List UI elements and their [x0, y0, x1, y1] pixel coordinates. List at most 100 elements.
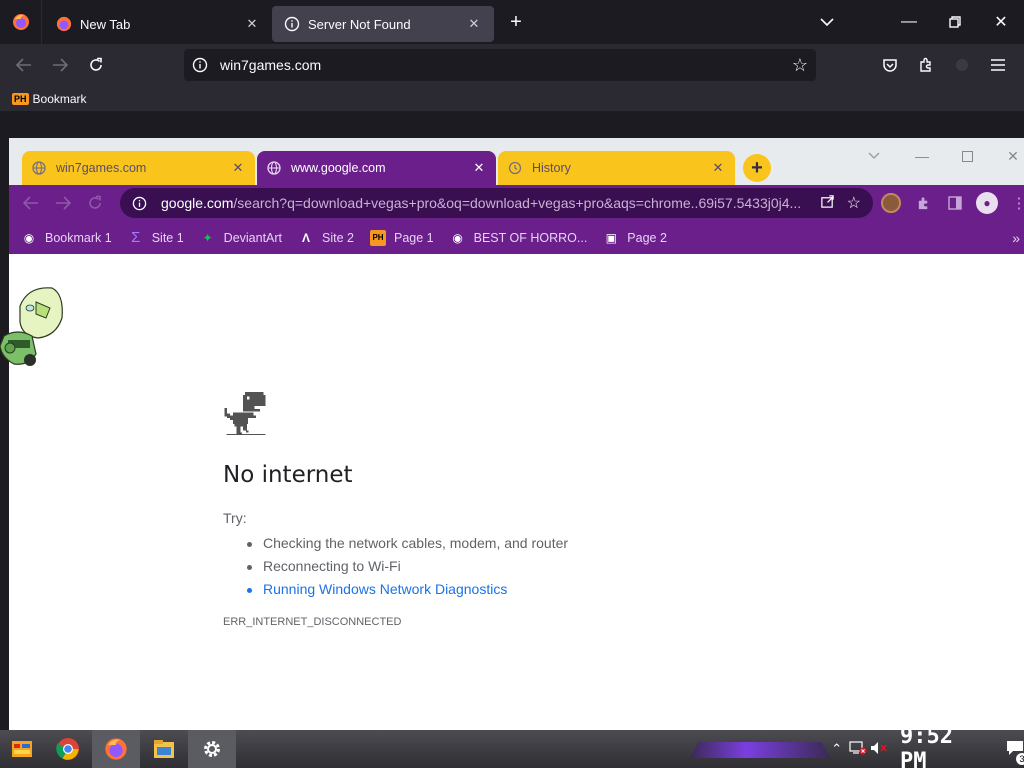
bookmark-item[interactable]: Λ Site 2 — [298, 230, 354, 246]
firefox-tab-server-not-found[interactable]: Server Not Found ✕ — [272, 6, 494, 42]
new-tab-button[interactable]: + — [496, 4, 536, 40]
bookmark-item[interactable]: ▣ Page 2 — [603, 230, 667, 246]
chrome-bookmarks-bar: ◉ Bookmark 1 Σ Site 1 ✦ DeviantArt Λ Sit… — [9, 221, 1024, 254]
close-icon[interactable]: ✕ — [231, 160, 245, 176]
firefox-tab-new-tab[interactable]: New Tab ✕ — [44, 6, 272, 42]
firefox-icon — [56, 16, 72, 32]
close-icon[interactable]: ✕ — [472, 160, 486, 176]
bookmark-item[interactable]: PH Page 1 — [370, 229, 434, 246]
deviantart-icon: ✦ — [202, 230, 213, 245]
bookmark-star-icon[interactable]: ☆ — [792, 55, 808, 76]
reload-button[interactable] — [78, 49, 114, 81]
taskbar-firefox[interactable] — [92, 730, 140, 768]
network-disconnected-icon[interactable] — [847, 740, 868, 758]
error-code: ERR_INTERNET_DISCONNECTED — [223, 616, 402, 628]
taskbar-settings[interactable] — [188, 730, 236, 768]
reload-button[interactable] — [79, 187, 111, 219]
omnibox[interactable]: google.com/search?q=download+vegas+pro&o… — [120, 188, 873, 218]
network-diagnostics-link[interactable]: Running Windows Network Diagnostics — [239, 578, 568, 601]
start-button[interactable] — [0, 730, 44, 768]
profile-extension-icon[interactable] — [875, 190, 907, 216]
a-logo-icon: Λ — [302, 230, 311, 245]
chrome-icon: ◉ — [452, 230, 463, 245]
clock[interactable]: 9:52 PM — [900, 724, 990, 768]
chrome-tab-history[interactable]: History ✕ — [498, 151, 735, 185]
more-menu-icon[interactable]: ⋮ — [1003, 190, 1024, 216]
ph-icon: PH — [12, 92, 29, 105]
bookmark-item[interactable]: ✦ DeviantArt — [200, 230, 282, 246]
back-button[interactable] — [6, 49, 42, 81]
close-window-button[interactable]: ✕ — [978, 0, 1024, 44]
dinosaur-icon[interactable] — [223, 392, 267, 436]
error-page: No internet Try: Checking the network ca… — [9, 254, 1024, 730]
bookmark-item[interactable]: ◉ BEST OF HORRO... — [450, 230, 587, 246]
firefox-navigation-bar: win7games.com ☆ — [0, 44, 1024, 86]
bookmark-label: DeviantArt — [223, 230, 283, 245]
extensions-icon[interactable] — [907, 190, 939, 216]
forward-button[interactable] — [47, 187, 79, 219]
tab-title: win7games.com — [56, 161, 147, 175]
chrome-window: win7games.com ✕ www.google.com ✕ History… — [9, 138, 1024, 730]
new-tab-button[interactable]: + — [743, 154, 771, 182]
hamburger-menu-icon[interactable] — [980, 49, 1016, 81]
tab-title: History — [532, 161, 571, 175]
minimize-button[interactable]: — — [886, 0, 932, 44]
chevron-up-icon[interactable]: ⌃ — [826, 741, 847, 757]
url-text[interactable]: win7games.com — [220, 57, 792, 73]
account-icon[interactable] — [944, 49, 980, 81]
bookmark-item[interactable]: Σ Site 1 — [128, 229, 184, 246]
volume-muted-icon[interactable] — [869, 741, 890, 758]
sigma-icon: Σ — [131, 229, 141, 246]
tab-title: New Tab — [80, 16, 131, 32]
chrome-tab-win7games[interactable]: win7games.com ✕ — [22, 151, 255, 185]
info-icon — [284, 16, 300, 32]
firefox-icon — [105, 738, 127, 760]
bookmark-item-label[interactable]: Bookmark — [33, 92, 87, 106]
chrome-tab-google[interactable]: www.google.com ✕ — [257, 151, 496, 185]
maximize-button[interactable] — [944, 142, 990, 170]
notification-badge: 3 — [1016, 752, 1024, 765]
omnibox-url[interactable]: google.com/search?q=download+vegas+pro&o… — [161, 195, 808, 211]
list-item: Reconnecting to Wi-Fi — [239, 555, 568, 578]
doc-icon: ▣ — [605, 230, 617, 245]
close-icon[interactable]: ✕ — [244, 16, 260, 32]
back-button[interactable] — [15, 187, 47, 219]
taskbar-file-explorer[interactable] — [140, 730, 188, 768]
address-bar[interactable]: win7games.com ☆ — [184, 49, 816, 81]
settings-icon — [204, 741, 220, 757]
taskbar-chrome[interactable] — [44, 730, 92, 768]
restore-button[interactable] — [932, 0, 978, 44]
suggestion-list: Checking the network cables, modem, and … — [239, 532, 568, 601]
site-info-icon[interactable] — [192, 57, 208, 73]
bookmark-label: Site 2 — [322, 230, 354, 245]
tab-search-icon[interactable] — [851, 142, 897, 170]
bookmark-label: Page 1 — [394, 230, 434, 245]
firefox-tab-bar: New Tab ✕ Server Not Found ✕ + — ✕ — [0, 0, 1024, 44]
extensions-icon[interactable] — [908, 49, 944, 81]
close-window-button[interactable]: ✕ — [990, 142, 1024, 170]
chrome-icon — [56, 738, 79, 760]
close-icon[interactable]: ✕ — [711, 160, 725, 176]
character-sticker-icon[interactable] — [0, 284, 66, 374]
forward-button[interactable] — [42, 49, 78, 81]
chrome-toolbar: google.com/search?q=download+vegas+pro&o… — [9, 185, 1024, 221]
list-all-tabs-icon[interactable] — [804, 0, 850, 44]
minimize-button[interactable]: — — [899, 142, 945, 170]
profile-icon[interactable]: ● — [971, 190, 1003, 216]
pocket-icon[interactable] — [872, 49, 908, 81]
bookmark-label: Site 1 — [151, 230, 184, 245]
site-info-icon[interactable] — [132, 196, 147, 211]
firefox-menu-icon[interactable] — [0, 0, 42, 44]
bookmark-star-icon[interactable]: ☆ — [847, 193, 861, 213]
globe-icon — [267, 161, 281, 175]
bookmarks-overflow-button[interactable]: » — [1012, 230, 1020, 246]
close-icon[interactable]: ✕ — [466, 16, 482, 32]
bookmark-item[interactable]: ◉ Bookmark 1 — [21, 230, 112, 246]
side-panel-icon[interactable] — [939, 190, 971, 216]
notification-center-icon[interactable]: 3 — [1006, 740, 1024, 765]
url-host: google.com — [161, 195, 234, 211]
chrome-icon: ◉ — [23, 230, 35, 245]
start-icon — [12, 741, 32, 757]
system-tray: ⌃ 9:52 PM 3 — [826, 724, 1024, 768]
share-icon[interactable] — [820, 194, 835, 212]
